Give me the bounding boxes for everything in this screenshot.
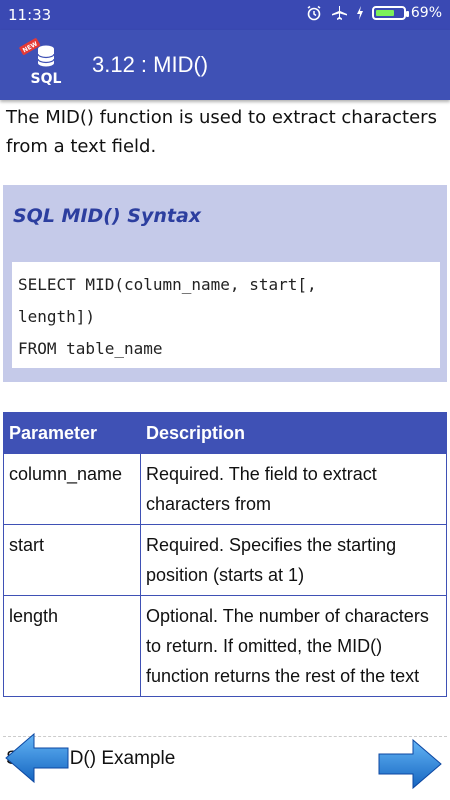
- battery-indicator: 69%: [371, 5, 442, 21]
- header-description: Description: [140, 412, 447, 454]
- table-row: column_name Required. The field to extra…: [3, 453, 447, 525]
- app-bar: NEW SQL 3.12 : MID(): [0, 30, 450, 100]
- table-row: length Optional. The number of character…: [3, 595, 447, 697]
- battery-icon: [371, 6, 409, 20]
- code-block: SELECT MID(column_name, start[, length])…: [12, 262, 440, 368]
- code-line: FROM table_name: [18, 339, 163, 358]
- header-parameter: Parameter: [3, 412, 141, 454]
- airplane-mode-icon: [331, 6, 347, 20]
- param-description: Required. Specifies the starting positio…: [140, 524, 447, 596]
- previous-arrow-icon[interactable]: [4, 730, 72, 786]
- battery-percent: 69%: [410, 5, 442, 21]
- page-title: 3.12 : MID(): [92, 52, 209, 77]
- table-header-row: Parameter Description: [3, 412, 447, 454]
- status-icons: 69%: [306, 5, 442, 21]
- param-name: start: [3, 524, 141, 596]
- code-line: length]): [18, 307, 96, 326]
- code-line: SELECT MID(column_name, start[,: [18, 275, 317, 294]
- param-name: column_name: [3, 453, 141, 525]
- syntax-section: SQL MID() Syntax SELECT MID(column_name,…: [3, 185, 447, 382]
- param-description: Optional. The number of characters to re…: [140, 595, 447, 697]
- status-bar: 11:33 69%: [0, 0, 450, 30]
- syntax-title: SQL MID() Syntax: [13, 205, 202, 227]
- charging-bolt-icon: [356, 6, 363, 20]
- param-name: length: [3, 595, 141, 697]
- sql-logo-icon: NEW SQL: [19, 38, 62, 87]
- status-time: 11:33: [8, 6, 52, 24]
- logo-text: SQL: [31, 71, 62, 87]
- intro-text: The MID() function is used to extract ch…: [6, 107, 437, 157]
- param-description: Required. The field to extract character…: [140, 453, 447, 525]
- alarm-icon: [307, 5, 321, 21]
- parameter-table: Parameter Description column_name Requir…: [3, 412, 447, 697]
- next-arrow-icon[interactable]: [375, 736, 443, 792]
- table-row: start Required. Specifies the starting p…: [3, 524, 447, 596]
